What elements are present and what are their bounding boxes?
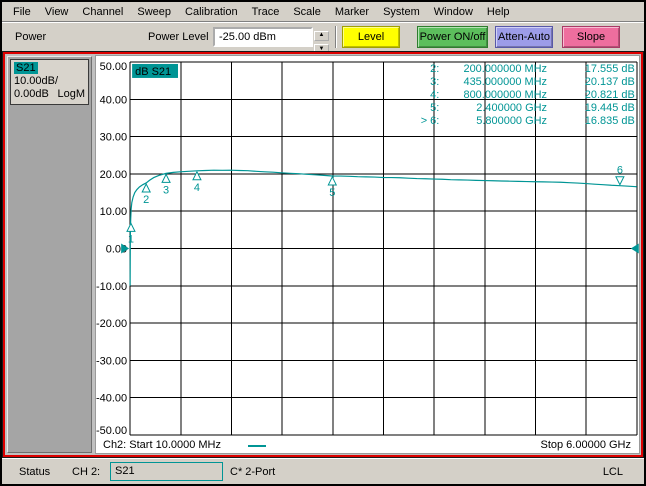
atten-auto-button[interactable]: Atten-Auto <box>495 26 553 48</box>
marker-number-label: 1 <box>128 233 134 245</box>
sweep-start-label: Ch2: Start 10.0000 MHz <box>103 439 222 451</box>
marker-table-cell: 5: <box>430 102 439 114</box>
y-axis-tick-label: 20.00 <box>100 169 127 181</box>
trace-sidebar: S21 10.00dB/ 0.00dB LogM <box>7 56 92 453</box>
active-trace-box: S21 <box>110 462 223 481</box>
y-axis-tick-label: -40.00 <box>96 393 127 405</box>
menu-bar: File View Channel Sweep Calibration Trace Scal… <box>2 2 644 22</box>
channel-indicator: CH 2: <box>72 466 101 478</box>
marker-table-cell: 5.800000 GHz <box>476 115 547 127</box>
cal-status-label: C* 2-Port <box>230 466 276 478</box>
status-label: Status <box>19 466 51 478</box>
power-toolbar: Power Power Level ▲ ▼ Level Power ON/off A… <box>2 23 644 54</box>
menu-item-sweep[interactable]: Sweep <box>130 4 178 20</box>
menu-item-file[interactable]: File <box>6 4 38 20</box>
power-level-label: Power Level <box>148 31 209 43</box>
y-axis-tick-label: 10.00 <box>100 206 127 218</box>
svg-text:dB S21: dB S21 <box>135 66 171 78</box>
marker-table-cell: 2.400000 GHz <box>476 102 547 114</box>
marker-number-label: 3 <box>163 184 169 196</box>
marker-table-cell: 17.555 dB <box>585 63 635 75</box>
menu-item-channel[interactable]: Channel <box>75 4 130 20</box>
vna-app-window: File View Channel Sweep Calibration Trace Scal… <box>0 0 646 486</box>
y-axis-tick-label: 30.00 <box>100 132 127 144</box>
y-axis-tick-label: 50.00 <box>100 61 127 73</box>
marker-table-cell: 2: <box>430 63 439 75</box>
lcl-indicator: LCL <box>602 466 623 478</box>
trace-ref-label: 0.00dB <box>14 88 49 100</box>
menu-item-help[interactable]: Help <box>480 4 517 20</box>
toolbar-separator <box>335 26 337 48</box>
marker-table-cell: 20.137 dB <box>585 76 635 88</box>
trace-name-label: S21 <box>14 62 38 74</box>
power-level-stepper: ▲ ▼ <box>314 27 329 54</box>
marker-number-label: 4 <box>194 182 200 194</box>
trace-legend-dash <box>248 445 266 447</box>
power-level-input[interactable] <box>213 27 313 47</box>
marker-table-cell: 4: <box>430 89 439 101</box>
s21-chart[interactable]: 50.00 40.00 30.00 20.00 10.00 0.00 -10.00 -20.0… <box>96 56 639 439</box>
marker-table-cell: 200.000000 MHz <box>463 63 547 75</box>
trace-marker-4[interactable]: 4 <box>192 170 202 194</box>
s21-plot-svg: 50.0040.0030.0020.0010.000.00-10.00-20.0… <box>96 61 639 437</box>
power-mode-label: Power <box>15 31 47 43</box>
y-axis-tick-label: -10.00 <box>96 281 127 293</box>
sweep-range-row: Ch2: Start 10.0000 MHz Stop 6.00000 GHz <box>96 439 639 452</box>
power-on-off-button[interactable]: Power ON/off <box>417 26 488 48</box>
level-button[interactable]: Level <box>342 26 400 48</box>
trace-format-label: LogM <box>57 88 85 100</box>
marker-table-cell: > 6: <box>421 115 440 127</box>
channel-area: S21 10.00dB/ 0.00dB LogM 50.00 40.00 30.00… <box>2 51 644 458</box>
graph-panel: 50.00 40.00 30.00 20.00 10.00 0.00 -10.00 -20.0… <box>95 55 640 454</box>
marker-number-label: 2 <box>143 194 149 206</box>
y-axis-tick-label: 40.00 <box>100 94 127 106</box>
y-axis-tick-label: -20.00 <box>96 318 127 330</box>
marker-number-label: 5 <box>329 187 335 199</box>
menu-item-calibration[interactable]: Calibration <box>178 4 245 20</box>
menu-item-system[interactable]: System <box>376 4 427 20</box>
channel-frame: S21 10.00dB/ 0.00dB LogM 50.00 40.00 30.00… <box>3 52 643 457</box>
menu-item-window[interactable]: Window <box>427 4 480 20</box>
marker-table-cell: 3: <box>430 76 439 88</box>
menu-item-trace[interactable]: Trace <box>245 4 287 20</box>
marker-table-cell: 435.000000 MHz <box>463 76 547 88</box>
slope-button[interactable]: Slope <box>562 26 620 48</box>
trace-marker-2[interactable]: 2 <box>141 182 151 206</box>
marker-table-cell: 19.445 dB <box>585 102 635 114</box>
trace-marker-5[interactable]: 5 <box>327 175 338 199</box>
marker-table-cell: 800.000000 MHz <box>463 89 547 101</box>
menu-item-marker[interactable]: Marker <box>328 4 376 20</box>
trace-marker-3[interactable]: 3 <box>161 173 171 196</box>
toolbar-buttons: Level Power ON/off Atten-Auto Slope <box>342 26 642 48</box>
stepper-up-button[interactable]: ▲ <box>314 30 329 41</box>
trace-marker-1[interactable]: 1 <box>126 222 136 245</box>
plot-grid <box>129 61 638 436</box>
marker-table-cell: 16.835 dB <box>585 115 635 127</box>
y-axis-tick-label: -30.00 <box>96 355 127 367</box>
trace-marker-6[interactable]: 6 <box>615 165 625 186</box>
trace-scale-label: 10.00dB/ <box>14 75 59 87</box>
menu-item-view[interactable]: View <box>38 4 76 20</box>
y-axis-tick-label: -50.00 <box>96 425 127 437</box>
marker-number-label: 6 <box>617 165 623 177</box>
status-bar: Status CH 2: S21 C* 2-Port LCL <box>2 458 644 484</box>
marker-table-cell: 20.821 dB <box>585 89 635 101</box>
ref-level-arrow-right <box>630 243 639 254</box>
sweep-stop-label: Stop 6.00000 GHz <box>540 439 631 451</box>
marker-readout-table: 2: 200.000000 MHz 17.555 dB 3: 435.000000 MH… <box>421 63 635 127</box>
chart-title-badge: dB S21 <box>132 63 178 78</box>
trace-info-box[interactable]: S21 10.00dB/ 0.00dB LogM <box>10 59 89 105</box>
menu-item-scale[interactable]: Scale <box>286 4 328 20</box>
